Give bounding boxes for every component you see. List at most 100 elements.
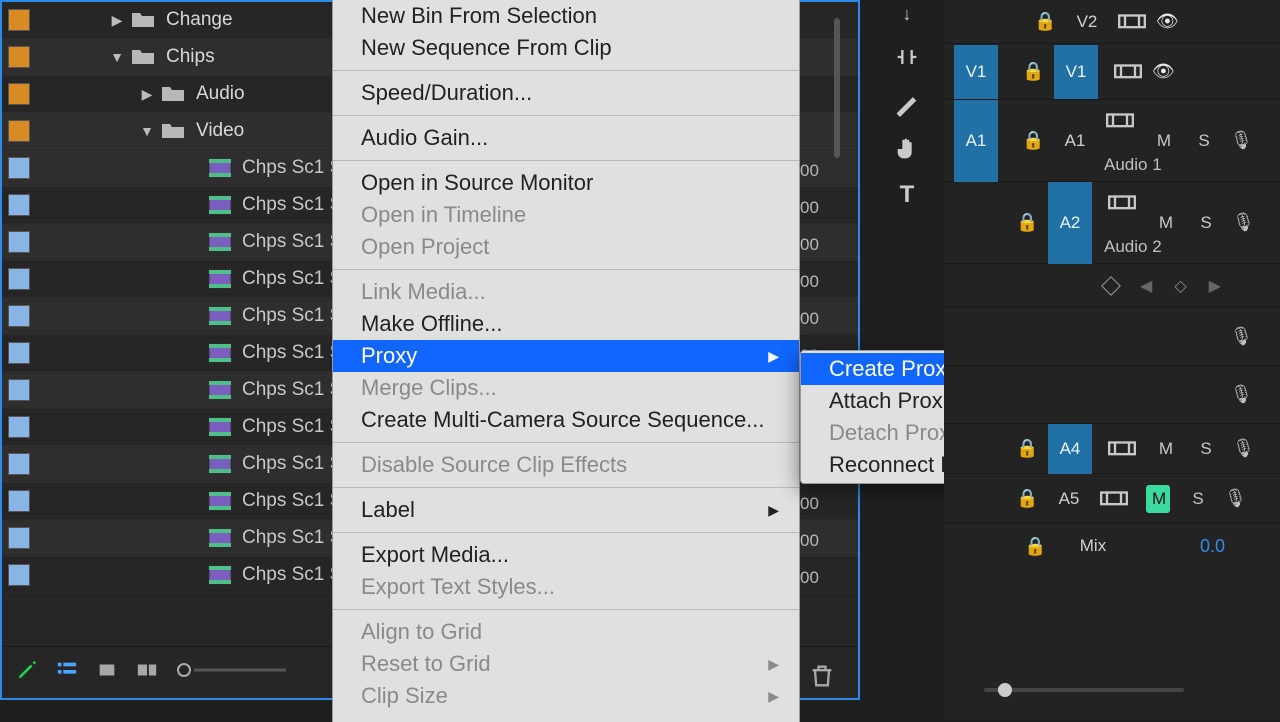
track-hidden[interactable]: 🎙: [944, 366, 1280, 424]
lock-icon[interactable]: 🔒: [1034, 11, 1054, 32]
track-a5[interactable]: 🔒 A5 M S 🎙: [944, 474, 1280, 524]
menu-item: Link Media...: [333, 276, 799, 308]
chevron-right-icon[interactable]: ▶: [108, 12, 126, 29]
track-a2[interactable]: 🔒 A2 M S 🎙 Audio 2: [944, 182, 1280, 264]
prev-keyframe-icon[interactable]: ◀: [1140, 276, 1152, 296]
lock-icon[interactable]: 🔒: [1016, 488, 1036, 509]
track-name: Audio 2: [1104, 237, 1162, 257]
track-hidden[interactable]: 🎙: [944, 308, 1280, 366]
mute-button[interactable]: M: [1152, 131, 1176, 151]
menu-item[interactable]: Label▶: [333, 494, 799, 526]
menu-item[interactable]: Proxy▶: [333, 340, 799, 372]
color-swatch: [8, 379, 30, 401]
target-a2[interactable]: A2: [1048, 182, 1092, 264]
menu-item[interactable]: Make Offline...: [333, 308, 799, 340]
eye-icon[interactable]: 👁: [1152, 61, 1174, 82]
menu-item: Open in Timeline: [333, 199, 799, 231]
mute-button[interactable]: M: [1154, 213, 1178, 233]
clip-icon: [208, 343, 232, 363]
hand-icon[interactable]: [893, 135, 921, 163]
sync-lock-icon[interactable]: [1108, 439, 1136, 459]
menu-item[interactable]: Speed/Duration...: [333, 77, 799, 109]
menu-item: Disable Source Clip Effects: [333, 449, 799, 481]
mic-icon[interactable]: 🎙: [1230, 326, 1250, 347]
chevron-down-icon[interactable]: ▼: [108, 49, 126, 65]
trash-icon[interactable]: [808, 662, 836, 690]
source-v1[interactable]: V1: [954, 45, 998, 99]
mic-icon[interactable]: 🎙: [1230, 384, 1250, 405]
duration-cell: 00: [800, 263, 830, 300]
sync-lock-icon[interactable]: [1100, 489, 1128, 509]
mic-icon[interactable]: 🎙: [1232, 212, 1252, 233]
menu-item[interactable]: Create Multi-Camera Source Sequence...: [333, 404, 799, 436]
icon-view-icon[interactable]: [96, 659, 118, 681]
target-v1[interactable]: V1: [1054, 45, 1098, 99]
sync-lock-icon[interactable]: [1108, 192, 1136, 212]
track-mix[interactable]: 🔒 Mix 0.0: [944, 524, 1280, 568]
snap-icon[interactable]: [893, 43, 921, 71]
mute-button[interactable]: M: [1146, 485, 1170, 513]
next-keyframe-icon[interactable]: ▶: [1209, 276, 1221, 296]
track-v1[interactable]: V1 🔒 V1 👁: [944, 44, 1280, 100]
menu-item[interactable]: Open in Source Monitor: [333, 167, 799, 199]
folder-icon: [130, 11, 156, 29]
zoom-handle[interactable]: [998, 683, 1012, 697]
keyframe-row: ◀ ◇ ▶: [944, 264, 1280, 308]
mic-icon[interactable]: 🎙: [1232, 438, 1252, 459]
color-swatch: [8, 9, 30, 31]
type-icon[interactable]: T: [893, 181, 921, 209]
solo-button[interactable]: S: [1192, 131, 1216, 151]
scrollbar[interactable]: [834, 18, 840, 158]
add-keyframe-icon[interactable]: ◇: [1174, 276, 1186, 296]
mic-icon[interactable]: 🎙: [1224, 488, 1244, 509]
lock-icon[interactable]: 🔒: [1016, 438, 1036, 459]
menu-item: Align to Grid: [333, 616, 799, 648]
list-view-icon[interactable]: [56, 659, 78, 681]
mix-value[interactable]: 0.0: [1200, 536, 1225, 557]
track-label: A1: [1054, 131, 1096, 151]
target-a4[interactable]: A4: [1048, 424, 1092, 474]
menu-item[interactable]: Audio Gain...: [333, 122, 799, 154]
duration-cell: 00: [800, 559, 830, 596]
menu-item[interactable]: New Sequence From Clip: [333, 32, 799, 64]
mic-icon[interactable]: 🎙: [1230, 130, 1250, 151]
solo-button[interactable]: S: [1194, 213, 1218, 233]
menu-item: Reset to Grid▶: [333, 648, 799, 680]
track-a4[interactable]: 🔒 A4 M S 🎙: [944, 424, 1280, 474]
sync-lock-icon[interactable]: [1106, 110, 1134, 130]
source-a1[interactable]: A1: [954, 100, 998, 182]
clip-icon: [208, 195, 232, 215]
razor-icon[interactable]: [893, 89, 921, 117]
zoom-slider[interactable]: [984, 688, 1184, 692]
freeform-view-icon[interactable]: [136, 659, 158, 681]
sync-lock-icon[interactable]: [1118, 12, 1146, 32]
menu-item[interactable]: Export Media...: [333, 539, 799, 571]
pen-icon[interactable]: [16, 659, 38, 681]
solo-button[interactable]: S: [1186, 489, 1210, 509]
track-v2[interactable]: 🔒 V2 👁: [944, 0, 1280, 44]
mute-button[interactable]: M: [1154, 439, 1178, 459]
clip-icon: [208, 417, 232, 437]
lock-icon[interactable]: 🔒: [1024, 536, 1044, 557]
duration-cell: 00: [800, 152, 830, 189]
menu-separator: [333, 532, 799, 533]
menu-separator: [333, 70, 799, 71]
menu-item[interactable]: New Bin From Selection: [333, 0, 799, 32]
track-name: Audio 1: [1104, 155, 1162, 175]
lock-icon[interactable]: 🔒: [1016, 212, 1036, 233]
zoom-slider[interactable]: [176, 659, 296, 681]
sync-lock-icon[interactable]: [1114, 62, 1142, 82]
track-a1[interactable]: A1 🔒 A1 M S 🎙 Audio 1: [944, 100, 1280, 182]
navigate-icon[interactable]: ↓: [893, 4, 921, 25]
solo-button[interactable]: S: [1194, 439, 1218, 459]
menu-item: Merge Clips...: [333, 372, 799, 404]
chevron-down-icon[interactable]: ▼: [138, 123, 156, 139]
timeline-zoom-bar: [944, 670, 1280, 710]
lock-icon[interactable]: 🔒: [1022, 130, 1042, 151]
keyframe-icon[interactable]: [1101, 276, 1121, 296]
chevron-right-icon[interactable]: ▶: [138, 86, 156, 103]
eye-icon[interactable]: 👁: [1156, 11, 1178, 32]
color-swatch: [8, 305, 30, 327]
folder-icon: [160, 85, 186, 103]
lock-icon[interactable]: 🔒: [1022, 61, 1042, 82]
